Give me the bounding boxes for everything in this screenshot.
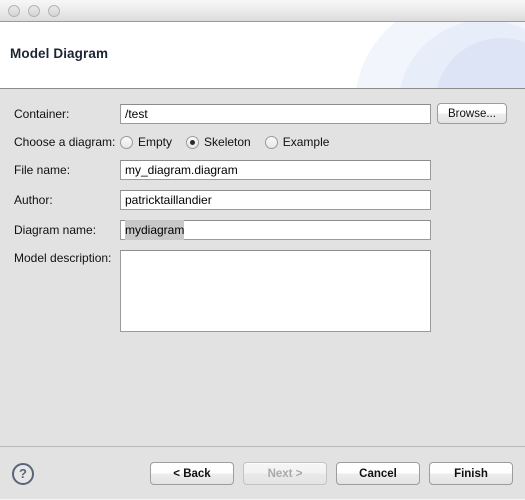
- zoom-button[interactable]: [48, 4, 60, 17]
- window-controls: [8, 4, 60, 17]
- author-input[interactable]: [120, 190, 431, 210]
- window-titlebar: [0, 0, 525, 22]
- banner-arc-middle-decoration: [398, 22, 525, 88]
- model-description-input[interactable]: [120, 250, 431, 332]
- wizard-form: Container: Browse... Choose a diagram: E…: [0, 89, 525, 446]
- cancel-button[interactable]: Cancel: [336, 462, 420, 485]
- finish-button[interactable]: Finish: [429, 462, 513, 485]
- radio-option-example[interactable]: Example: [264, 135, 330, 149]
- minimize-button[interactable]: [28, 4, 40, 17]
- banner-arc-inner-decoration: [435, 38, 525, 88]
- diagram-choice-radiogroup: Empty Skeleton Example: [120, 135, 329, 149]
- container-input[interactable]: [120, 103, 431, 124]
- file-name-input[interactable]: [120, 160, 431, 180]
- model-description-label: Model description:: [14, 251, 112, 265]
- radio-option-skeleton[interactable]: Skeleton: [186, 135, 251, 149]
- browse-button[interactable]: Browse...: [437, 103, 507, 124]
- banner-arc-outer-decoration: [355, 22, 525, 88]
- close-button[interactable]: [8, 4, 20, 17]
- wizard-footer: ? < Back Next > Cancel Finish: [0, 446, 525, 500]
- author-row: Author:: [0, 190, 525, 210]
- radio-option-empty[interactable]: Empty: [120, 135, 172, 149]
- diagram-name-selected-text: mydiagram: [125, 220, 185, 240]
- container-row: Container: Browse...: [0, 103, 525, 124]
- radio-empty-label: Empty: [138, 135, 173, 149]
- model-description-row: Model description:: [0, 250, 525, 332]
- radio-empty-icon: [120, 135, 133, 149]
- next-button: Next >: [243, 462, 327, 485]
- author-label: Author:: [14, 193, 53, 207]
- page-title: Model Diagram: [10, 46, 109, 61]
- radio-example-icon: [264, 135, 278, 149]
- wizard-dialog: Model Diagram Container: Browse... Choos…: [0, 0, 525, 500]
- diagram-choice-row: Choose a diagram: Empty Skeleton Example: [0, 134, 525, 150]
- wizard-banner: Model Diagram: [0, 22, 525, 89]
- back-button[interactable]: < Back: [150, 462, 234, 485]
- wizard-button-bar: < Back Next > Cancel Finish: [150, 462, 513, 485]
- help-icon[interactable]: ?: [12, 462, 34, 485]
- file-name-row: File name:: [0, 160, 525, 180]
- container-label: Container:: [14, 106, 70, 121]
- radio-skeleton-label: Skeleton: [204, 135, 251, 149]
- diagram-name-input[interactable]: mydiagram: [120, 220, 431, 240]
- diagram-name-label: Diagram name:: [14, 223, 97, 237]
- file-name-label: File name:: [14, 163, 71, 177]
- diagram-name-row: Diagram name: mydiagram: [0, 220, 525, 240]
- radio-example-label: Example: [282, 135, 330, 149]
- diagram-choice-label: Choose a diagram:: [14, 135, 116, 149]
- radio-skeleton-icon: [186, 135, 200, 149]
